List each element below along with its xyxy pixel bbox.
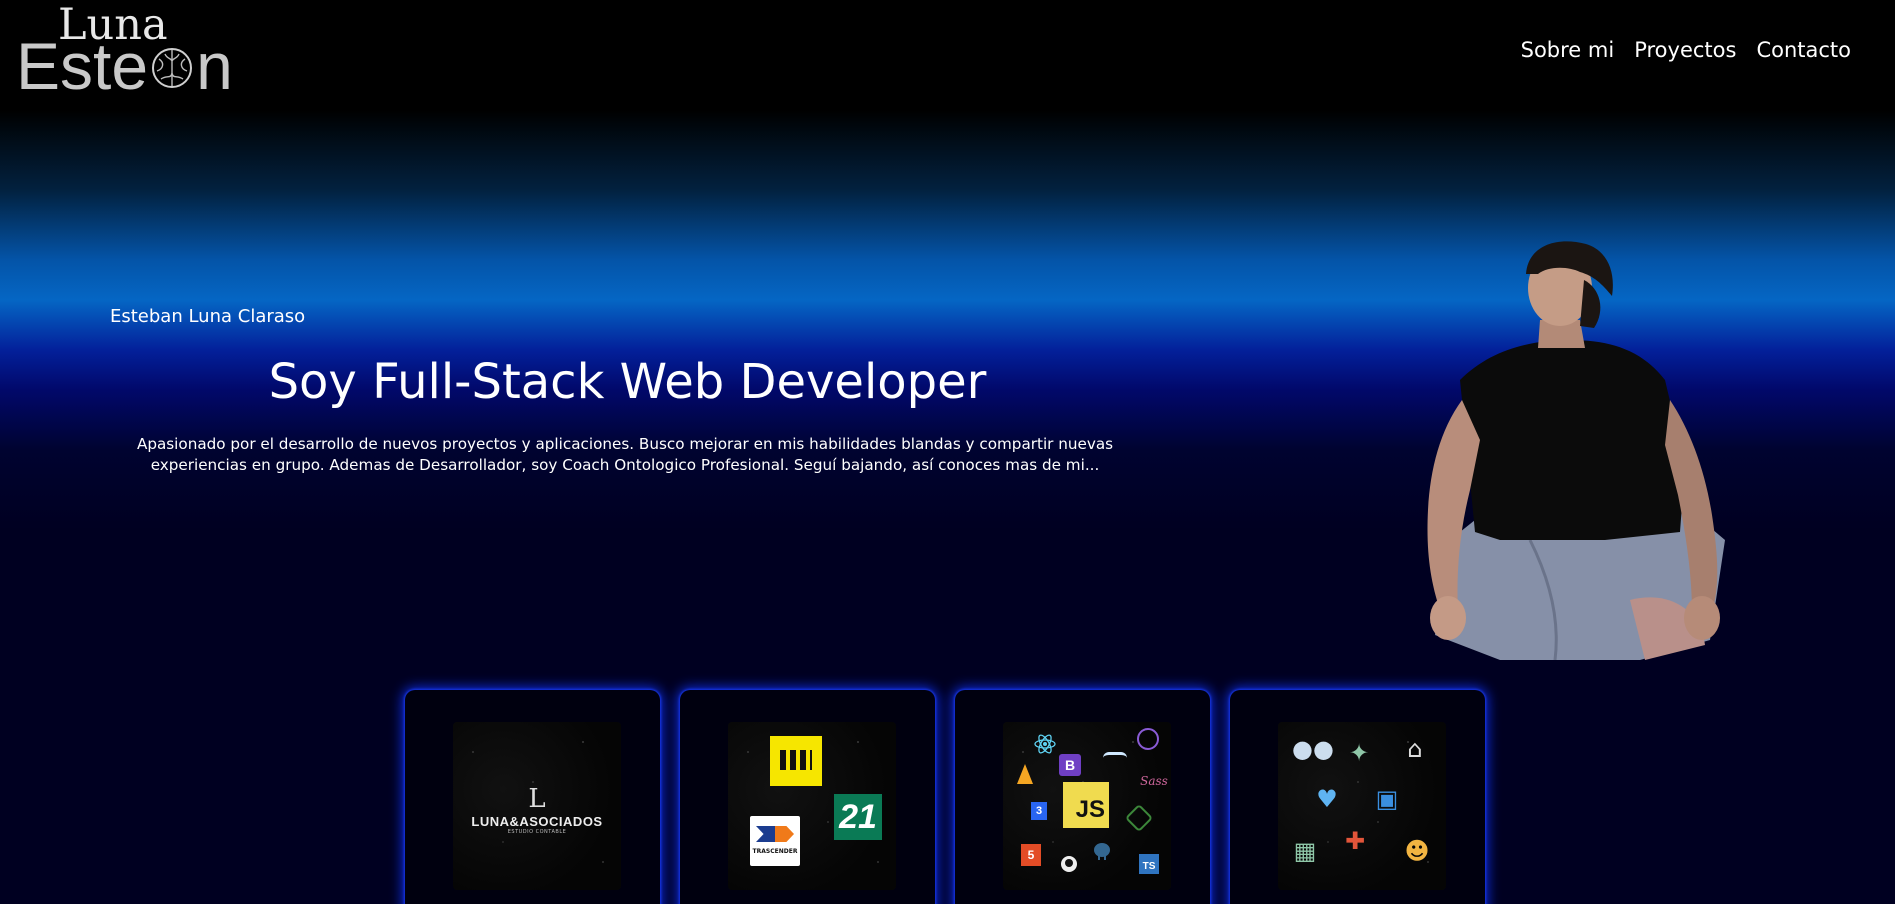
brain-icon xyxy=(152,48,193,88)
redux-icon xyxy=(1137,728,1159,750)
bootstrap-icon: B xyxy=(1059,754,1081,776)
react-icon xyxy=(1034,734,1056,754)
logo-bottom-text: Este n xyxy=(16,28,233,104)
css3-icon: 3 xyxy=(1031,802,1047,820)
luna-name: LUNA&ASOCIADOS xyxy=(471,814,603,829)
team-icon: ✦ xyxy=(1348,739,1370,767)
firebase-icon xyxy=(1017,764,1033,784)
hero-section: Luna Este n Sobre mi Proyectos Contacto … xyxy=(0,0,1895,660)
profile-photo xyxy=(1427,241,1725,660)
project-21-logo: 21 xyxy=(834,794,882,840)
organization-icon: ▣ xyxy=(1375,785,1399,813)
luna-sub: ESTUDIO CONTABLE xyxy=(507,829,567,835)
typescript-icon: TS xyxy=(1139,854,1159,874)
hero-title: Soy Full-Stack Web Developer xyxy=(268,354,987,410)
javascript-icon: JS xyxy=(1063,782,1109,828)
mind-icon: ☻ xyxy=(1404,837,1430,865)
heart-hands-icon: ♥ xyxy=(1316,785,1338,813)
tailwind-icon xyxy=(1103,752,1127,764)
trascender-logo: TRASCENDER xyxy=(750,816,800,866)
logo-bottom-start: Este xyxy=(16,29,149,103)
luna-asociados-thumbnail: L LUNA&ASOCIADOS ESTUDIO CONTABLE xyxy=(453,722,621,890)
card-coaching[interactable]: ●● ✦ ⌂ ♥ ▣ ▦ ✚ ☻ xyxy=(1230,690,1485,904)
card-projects[interactable]: 21 TRASCENDER xyxy=(680,690,935,904)
coaching-thumbnail: ●● ✦ ⌂ ♥ ▣ ▦ ✚ ☻ xyxy=(1278,722,1446,890)
tech-stack-thumbnail: B Sass 3 JS 5 TS xyxy=(1003,722,1171,890)
sass-icon: Sass xyxy=(1140,774,1168,788)
nav-sobre-mi[interactable]: Sobre mi xyxy=(1521,38,1615,62)
luna-mark: L xyxy=(528,784,546,814)
calendar-icon: ▦ xyxy=(1293,837,1317,865)
nav-contacto[interactable]: Contacto xyxy=(1756,38,1851,62)
github-icon xyxy=(1061,856,1077,872)
card-tech-stack[interactable]: B Sass 3 JS 5 TS xyxy=(955,690,1210,904)
group-icon: ⌂ xyxy=(1407,735,1423,763)
postgresql-icon xyxy=(1094,843,1110,860)
trascender-label: TRASCENDER xyxy=(752,848,798,855)
luna-asociados-logo: L LUNA&ASOCIADOS ESTUDIO CONTABLE xyxy=(453,784,621,835)
site-logo[interactable]: Luna Este n xyxy=(16,0,286,103)
hero-description: Apasionado por el desarrollo de nuevos p… xyxy=(136,435,1114,474)
hero-name: Esteban Luna Claraso xyxy=(110,306,306,327)
project-cards: L LUNA&ASOCIADOS ESTUDIO CONTABLE 21 TRA… xyxy=(405,690,1485,904)
nav-proyectos[interactable]: Proyectos xyxy=(1634,38,1736,62)
main-nav: Sobre mi Proyectos Contacto xyxy=(1521,38,1851,62)
card-luna-asociados[interactable]: L LUNA&ASOCIADOS ESTUDIO CONTABLE xyxy=(405,690,660,904)
projects-thumbnail: 21 TRASCENDER xyxy=(728,722,896,890)
html5-icon: 5 xyxy=(1021,844,1041,866)
yellow-project-logo xyxy=(770,736,822,786)
conversation-icon: ●● xyxy=(1292,735,1334,763)
puzzle-icon: ✚ xyxy=(1344,827,1366,855)
logo-bottom-end: n xyxy=(196,29,233,103)
